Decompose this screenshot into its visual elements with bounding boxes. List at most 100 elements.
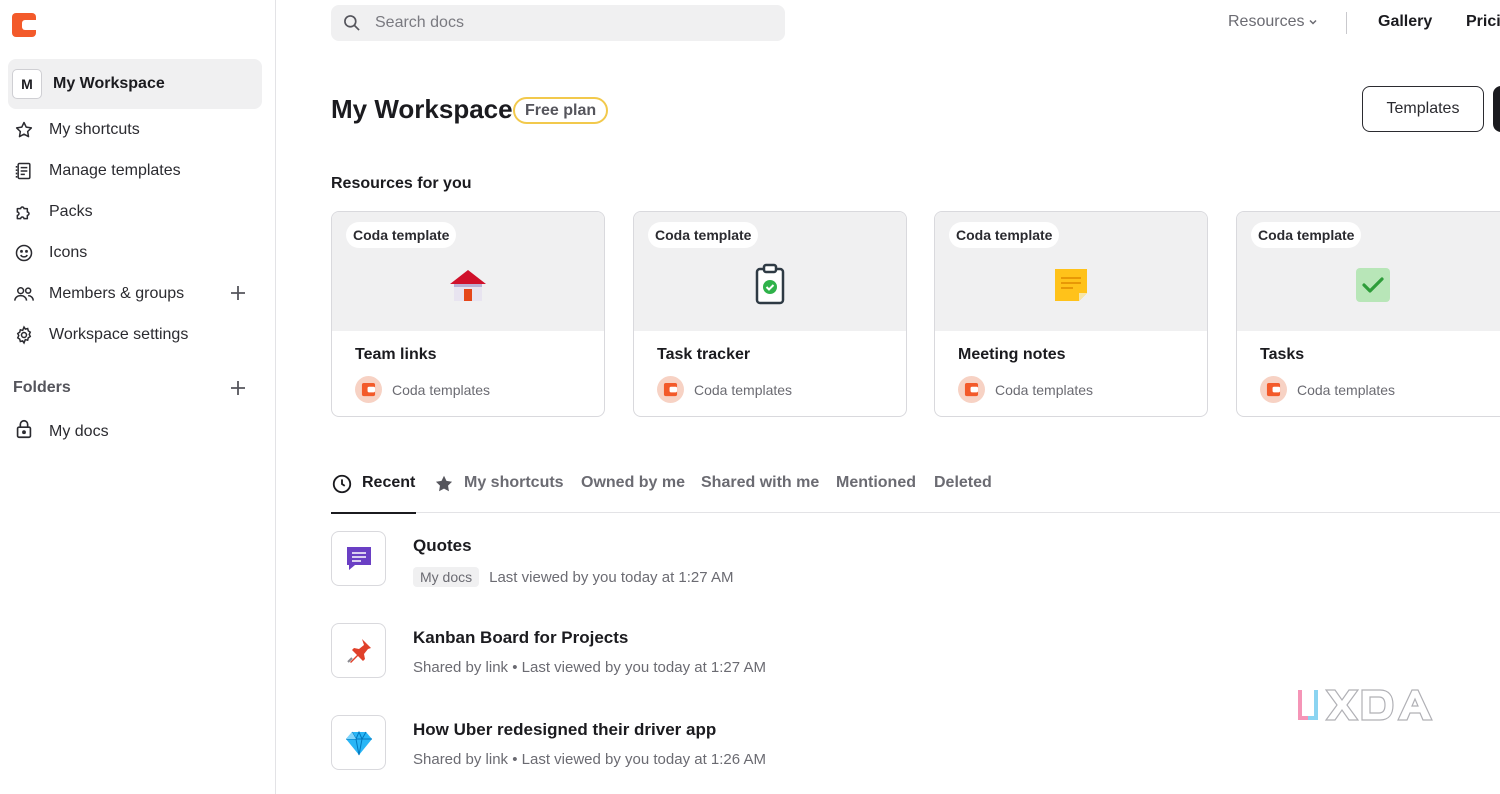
- tab-deleted[interactable]: Deleted: [934, 472, 992, 513]
- coda-avatar-icon: [958, 376, 985, 403]
- speech-bubble-icon: [331, 531, 386, 586]
- doc-meta-text: Shared by link • Last viewed by you toda…: [413, 751, 766, 768]
- star-icon: [13, 119, 35, 141]
- puzzle-icon: [13, 201, 35, 223]
- doc-list-item[interactable]: Kanban Board for Projects Shared by link…: [331, 623, 1231, 683]
- gallery-link[interactable]: Gallery: [1378, 13, 1432, 31]
- doc-meta-text: Shared by link • Last viewed by you toda…: [413, 659, 766, 676]
- coda-avatar-icon: [1260, 376, 1287, 403]
- sidebar-item-label: Manage templates: [49, 161, 181, 179]
- card-author: Coda templates: [657, 376, 792, 403]
- gear-icon: [13, 324, 35, 346]
- doc-title[interactable]: Quotes: [413, 536, 472, 556]
- xda-watermark-logo: [1298, 689, 1433, 721]
- folder-label: My docs: [49, 422, 109, 440]
- doc-meta: Shared by link • Last viewed by you toda…: [413, 751, 766, 768]
- chevron-down-icon: [1309, 19, 1318, 25]
- folder-item-my-docs[interactable]: My docs: [13, 418, 109, 445]
- resources-label: Resources: [1228, 13, 1305, 30]
- template-card[interactable]: Coda template Team links Coda templates: [331, 211, 605, 417]
- sidebar-item-manage-templates[interactable]: Manage templates: [0, 150, 276, 191]
- card-author-name: Coda templates: [392, 381, 491, 398]
- doc-title[interactable]: Kanban Board for Projects: [413, 628, 628, 648]
- card-thumbnail: Coda template: [1237, 212, 1500, 331]
- sidebar-item-workspace[interactable]: M My Workspace: [8, 59, 262, 109]
- smiley-icon: [13, 242, 35, 264]
- tab-my-shortcuts[interactable]: My shortcuts: [433, 472, 564, 513]
- card-title: Tasks: [1260, 346, 1305, 363]
- templates-button[interactable]: Templates: [1362, 86, 1484, 132]
- tab-label: My shortcuts: [464, 474, 564, 491]
- template-card[interactable]: Coda template Meeting notes Coda templat…: [934, 211, 1208, 417]
- card-tag: Coda template: [346, 222, 457, 248]
- sticky-note-icon: [1051, 265, 1091, 305]
- card-thumbnail: Coda template: [634, 212, 906, 331]
- add-folder-plus-icon[interactable]: [228, 378, 248, 398]
- tab-label: Mentioned: [836, 474, 916, 491]
- plan-badge[interactable]: Free plan: [513, 97, 609, 124]
- coda-avatar-icon: [657, 376, 684, 403]
- search-input[interactable]: [375, 14, 755, 32]
- tab-label: Owned by me: [581, 474, 686, 491]
- card-title: Meeting notes: [958, 346, 1066, 363]
- card-title: Team links: [355, 346, 437, 363]
- sidebar-item-packs[interactable]: Packs: [0, 191, 276, 232]
- template-card[interactable]: Coda template Task tracker Coda template…: [633, 211, 907, 417]
- pushpin-icon: [331, 623, 386, 678]
- sidebar-item-label: Icons: [49, 243, 88, 261]
- doc-title[interactable]: How Uber redesigned their driver app: [413, 720, 716, 740]
- page-title: My Workspace: [331, 94, 513, 124]
- checkbox-icon: [1353, 265, 1393, 305]
- search-bar[interactable]: [331, 5, 785, 41]
- template-card[interactable]: Coda template Tasks Coda templates: [1236, 211, 1500, 417]
- new-doc-button[interactable]: [1493, 86, 1500, 132]
- add-member-plus-icon[interactable]: [228, 283, 248, 303]
- sidebar-item-label: My shortcuts: [49, 120, 140, 138]
- resources-menu[interactable]: Resources: [1228, 13, 1318, 31]
- sidebar-item-my-shortcuts[interactable]: My shortcuts: [0, 109, 276, 150]
- doc-meta: My docs Last viewed by you today at 1:27…: [413, 567, 733, 587]
- folders-label: Folders: [13, 379, 71, 396]
- tab-shared-with-me[interactable]: Shared with me: [701, 472, 819, 513]
- card-author: Coda templates: [1260, 376, 1395, 403]
- doc-meta-text: Last viewed by you today at 1:27 AM: [489, 568, 734, 586]
- tab-mentioned[interactable]: Mentioned: [836, 472, 916, 513]
- sidebar-item-label: Members & groups: [49, 284, 185, 302]
- templates-icon: [13, 160, 35, 182]
- coda-logo-icon[interactable]: [12, 13, 36, 37]
- sidebar-item-label: Packs: [49, 202, 93, 220]
- lock-icon: [13, 418, 35, 445]
- tab-recent[interactable]: Recent: [331, 472, 417, 514]
- card-tag: Coda template: [949, 222, 1060, 248]
- star-filled-icon: [435, 475, 453, 492]
- pricing-link[interactable]: Pricin: [1466, 13, 1500, 31]
- card-thumbnail: Coda template: [935, 212, 1207, 331]
- doc-list-item[interactable]: How Uber redesigned their driver app Sha…: [331, 715, 1231, 775]
- people-icon: [13, 283, 35, 305]
- doc-list-item[interactable]: Quotes My docs Last viewed by you today …: [331, 531, 1231, 591]
- clock-icon: [332, 474, 352, 494]
- sidebar: M My Workspace My shortcuts Manage templ…: [0, 0, 276, 794]
- tab-label: Recent: [362, 474, 416, 491]
- tab-owned-by-me[interactable]: Owned by me: [581, 472, 685, 513]
- card-author-name: Coda templates: [995, 381, 1094, 398]
- doc-meta: Shared by link • Last viewed by you toda…: [413, 659, 766, 676]
- clipboard-check-icon: [750, 263, 790, 305]
- sidebar-item-icons[interactable]: Icons: [0, 232, 276, 273]
- resources-section-title: Resources for you: [331, 175, 472, 192]
- sidebar-nav: My shortcuts Manage templates Packs Icon…: [0, 109, 276, 355]
- folder-chip[interactable]: My docs: [413, 567, 480, 587]
- topbar-divider: [1346, 12, 1347, 34]
- card-thumbnail: Coda template: [332, 212, 604, 331]
- doc-tabs: Recent My shortcuts Owned by me Shared w…: [331, 472, 1500, 514]
- card-author: Coda templates: [355, 376, 490, 403]
- sidebar-item-members-groups[interactable]: Members & groups: [0, 273, 276, 314]
- tab-label: Deleted: [934, 474, 992, 491]
- card-author-name: Coda templates: [1297, 381, 1396, 398]
- card-tag: Coda template: [1251, 222, 1362, 248]
- card-title: Task tracker: [657, 346, 751, 363]
- card-tag: Coda template: [648, 222, 759, 248]
- sidebar-item-workspace-settings[interactable]: Workspace settings: [0, 314, 276, 355]
- folders-header: Folders: [13, 378, 253, 398]
- sidebar-item-label: Workspace settings: [49, 325, 189, 343]
